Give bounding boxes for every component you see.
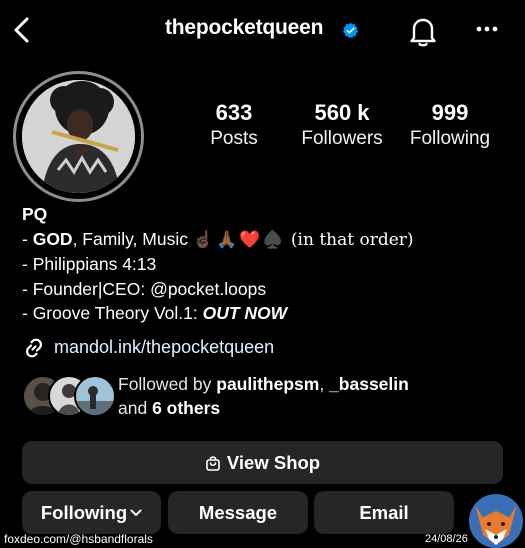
watermark-source: foxdeo.com/@hsbandflorals	[4, 532, 153, 546]
followed-by-text[interactable]: Followed by paulithepsm, _basselin and 6…	[118, 372, 498, 420]
mutual-user-2[interactable]: _basselin	[329, 374, 409, 394]
bio-line-1-rest: , Family, Music	[72, 228, 193, 249]
bio-line-4-prefix: - Groove Theory Vol.1:	[22, 303, 203, 323]
fox-watermark-logo	[469, 494, 523, 548]
view-shop-button[interactable]: View Shop	[22, 441, 503, 484]
profile-username: thepocketqueen	[165, 16, 324, 39]
posts-count: 633	[215, 100, 253, 125]
more-options-icon[interactable]	[474, 16, 500, 42]
shopping-bag-icon	[206, 456, 220, 471]
notification-bell-icon[interactable]	[406, 14, 440, 48]
email-button[interactable]: Email	[314, 491, 454, 534]
followers-count: 560 k	[314, 100, 370, 125]
link-icon	[25, 338, 43, 358]
bio-line-4: - Groove Theory Vol.1: OUT NOW	[22, 301, 414, 326]
following-stat[interactable]: 999 Following	[405, 99, 495, 151]
display-name: PQ	[22, 204, 48, 224]
mutual-followers-avatars[interactable]	[22, 375, 116, 417]
following-button[interactable]: Following	[22, 491, 161, 534]
followed-by-prefix: Followed by	[118, 374, 217, 394]
followers-stat[interactable]: 560 k Followers	[296, 99, 388, 151]
bio-line-3: - Founder|CEO: @pocket.loops	[22, 278, 267, 299]
mutual-user-1[interactable]: paulithepsm	[216, 374, 319, 394]
profile-avatar[interactable]	[22, 80, 135, 193]
back-arrow-icon[interactable]	[10, 15, 34, 45]
posts-stat[interactable]: 633 Posts	[198, 99, 270, 151]
top-bar: thepocketqueen	[0, 0, 525, 60]
following-button-label: Following	[40, 502, 128, 523]
mutual-others[interactable]: 6 others	[152, 398, 220, 418]
verified-badge-icon	[342, 22, 359, 39]
message-button[interactable]: Message	[168, 491, 308, 534]
followers-label: Followers	[301, 128, 383, 149]
bio-god-text: GOD	[32, 228, 73, 249]
profile-bio: PQ - GOD, Family, Music ☝🏿🙏🏾❤️♠️ (in tha…	[22, 202, 414, 326]
mutual-avatar-3	[74, 375, 116, 417]
watermark-date: 24/08/26	[425, 533, 468, 545]
view-shop-label: View Shop	[226, 452, 321, 473]
bio-line-1-prefix: -	[22, 228, 33, 249]
bio-emojis: ☝🏿🙏🏾❤️♠️	[192, 229, 286, 249]
chevron-down-icon	[130, 509, 142, 516]
bio-out-now-text: OUT NOW	[202, 303, 288, 323]
email-button-label: Email	[359, 502, 409, 523]
following-label: Following	[409, 128, 491, 149]
followed-by-separator: ,	[319, 374, 330, 394]
posts-label: Posts	[210, 128, 258, 149]
bio-line-2: - Philippians 4:13	[22, 254, 157, 274]
bio-line-1-suffix: (in that order)	[285, 229, 414, 250]
link-url[interactable]: mandol.ink/thepocketqueen	[54, 337, 274, 358]
bio-line-1: - GOD, Family, Music ☝🏿🙏🏾❤️♠️ (in that o…	[22, 227, 414, 253]
followed-by-and: and	[118, 398, 153, 418]
message-button-label: Message	[198, 502, 278, 523]
following-count: 999	[431, 100, 469, 125]
